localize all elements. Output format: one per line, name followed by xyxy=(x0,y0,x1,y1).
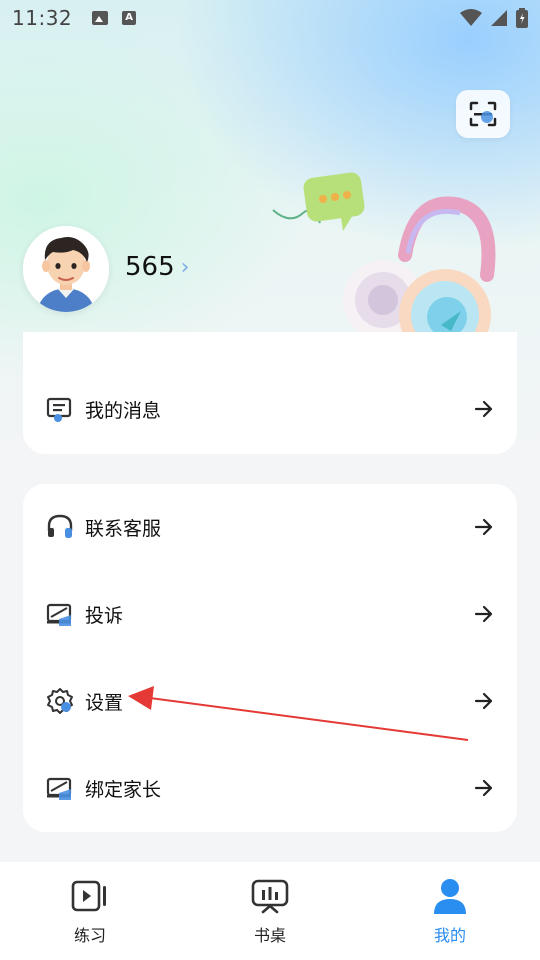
menu-item-label: 设置 xyxy=(85,691,124,714)
settings-icon xyxy=(47,688,73,714)
image-icon xyxy=(92,11,109,25)
bind-parent-icon xyxy=(46,777,72,800)
menu-item-label: 投诉 xyxy=(85,604,124,627)
menu-item-label: 联系客服 xyxy=(85,517,162,540)
status-time: 11:32 xyxy=(12,6,73,30)
arrow-right-icon xyxy=(474,518,493,536)
menu-item-complaint[interactable]: 投诉 xyxy=(23,571,517,657)
avatar-boy-icon xyxy=(23,226,109,312)
arrow-right-icon xyxy=(474,779,493,797)
arrow-right-icon xyxy=(474,400,493,418)
messages-card: 我的消息 xyxy=(23,332,517,454)
tab-desk[interactable]: 书桌 xyxy=(180,862,360,960)
status-bar: 11:32 A xyxy=(0,0,540,36)
complaint-icon xyxy=(46,603,72,626)
tab-label: 我的 xyxy=(433,926,466,945)
chevron-right-icon: › xyxy=(180,254,190,280)
username-link[interactable]: 565 › xyxy=(125,252,189,282)
menu-item-customer-service[interactable]: 联系客服 xyxy=(23,484,517,570)
bottom-tab-bar: 练习 书桌 我的 xyxy=(0,862,540,960)
menu-item-bind-parent[interactable]: 绑定家长 xyxy=(23,745,517,831)
arrow-right-icon xyxy=(474,605,493,623)
tab-label: 练习 xyxy=(73,926,106,945)
battery-icon xyxy=(516,8,528,28)
headset-icon xyxy=(47,514,73,538)
tab-practice[interactable]: 练习 xyxy=(0,862,180,960)
menu-item-label: 我的消息 xyxy=(85,399,162,422)
a-icon: A xyxy=(122,11,137,25)
scan-button[interactable] xyxy=(456,90,510,138)
wifi-icon xyxy=(460,9,482,26)
menu-card: 联系客服 投诉 设置 绑定家长 xyxy=(23,484,517,832)
arrow-right-icon xyxy=(474,692,493,710)
menu-item-settings[interactable]: 设置 xyxy=(23,658,517,744)
signal-icon xyxy=(491,10,507,26)
tab-label: 书桌 xyxy=(253,926,286,945)
desk-icon xyxy=(251,879,289,914)
username: 565 xyxy=(125,252,175,282)
profile-icon xyxy=(434,879,466,914)
scan-icon xyxy=(469,101,497,127)
practice-icon xyxy=(71,880,106,912)
menu-item-messages[interactable]: 我的消息 xyxy=(23,366,517,452)
tab-profile[interactable]: 我的 xyxy=(360,862,540,960)
message-icon xyxy=(46,397,72,422)
avatar[interactable] xyxy=(23,226,109,312)
menu-item-label: 绑定家长 xyxy=(85,778,162,801)
